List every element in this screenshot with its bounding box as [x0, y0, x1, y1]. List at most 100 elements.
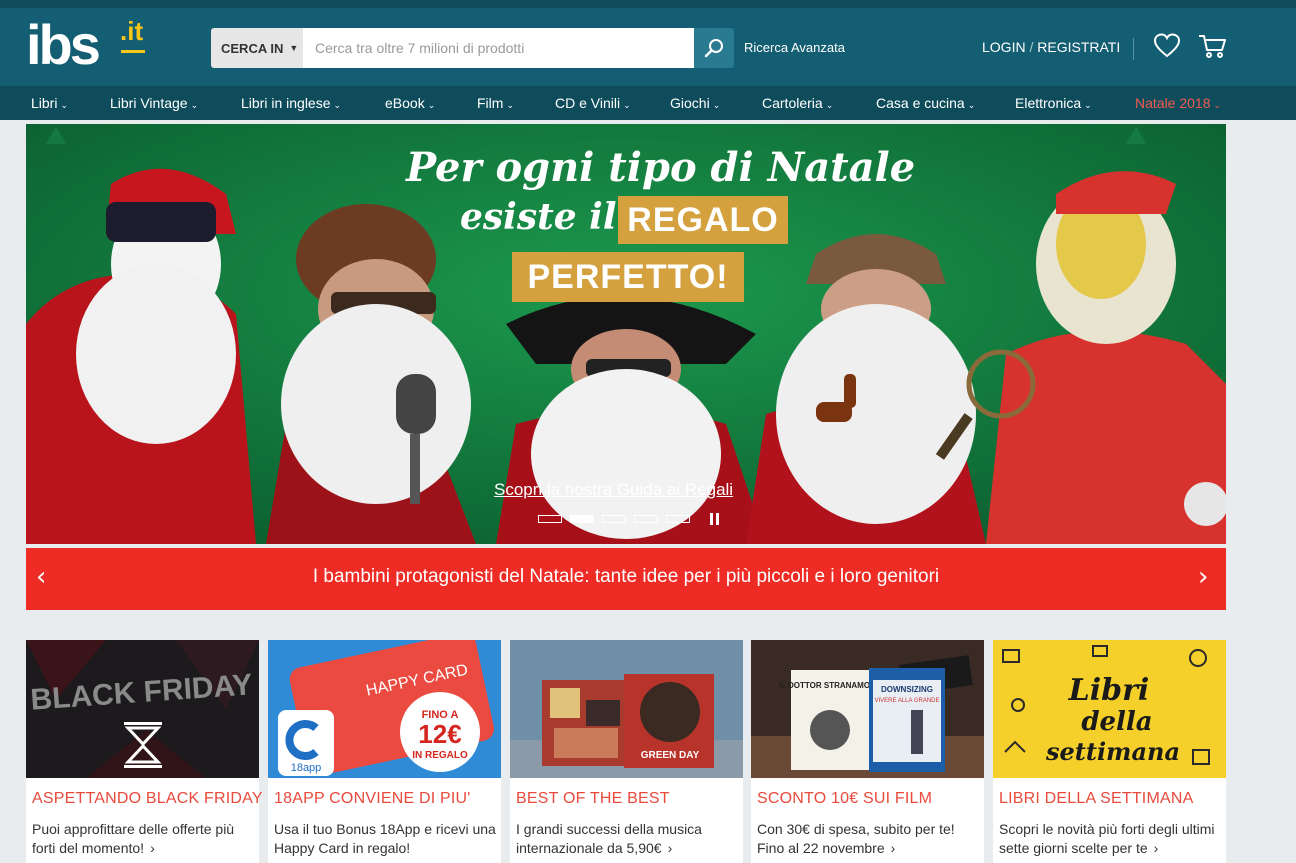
- carousel-dot[interactable]: [538, 515, 562, 523]
- chevron-down-icon: ⌄: [623, 100, 631, 110]
- nav-item-casa-cucina[interactable]: Casa e cucina ⌄: [876, 95, 975, 111]
- carousel-dots: [538, 513, 722, 525]
- caret-down-icon: ▼: [289, 43, 299, 53]
- nav-item-giochi[interactable]: Giochi ⌄: [670, 95, 720, 111]
- nav-label: Natale 2018: [1135, 95, 1211, 111]
- card-image: Libri della settimana: [993, 640, 1226, 778]
- search-input[interactable]: [303, 28, 694, 68]
- logo-text: ibs: [26, 13, 101, 76]
- hero-carousel[interactable]: Per ogni tipo di Natale esiste il REGALO…: [26, 124, 1226, 544]
- card-title[interactable]: ASPETTANDO BLACK FRIDAY: [32, 790, 263, 808]
- ibs-logo[interactable]: ibs .it: [26, 13, 166, 78]
- chevron-down-icon: ⌄: [506, 100, 514, 110]
- card-image: GREEN DAY: [510, 640, 743, 778]
- chevron-down-icon: ⌄: [712, 100, 721, 110]
- nav-label: Casa e cucina: [876, 95, 965, 111]
- hero-highlight-perfetto: PERFETTO!: [512, 252, 744, 302]
- svg-text:VIVERE ALLA GRANDE: VIVERE ALLA GRANDE: [874, 698, 939, 704]
- card-title[interactable]: BEST OF THE BEST: [516, 790, 670, 808]
- svg-text:DOWNSIZING: DOWNSIZING: [881, 685, 933, 694]
- card-image: BLACK FRIDAY: [26, 640, 259, 778]
- nav-item-libri-inglese[interactable]: Libri in inglese ⌄: [241, 95, 341, 111]
- carousel-dot[interactable]: [634, 515, 658, 523]
- login-register: LOGIN / REGISTRATI: [982, 39, 1120, 55]
- promo-banner[interactable]: ‹ I bambini protagonisti del Natale: tan…: [26, 548, 1226, 610]
- chevron-down-icon: ⌄: [825, 100, 834, 110]
- promo-card-black-friday[interactable]: BLACK FRIDAY ASPETTANDO BLACK FRIDAY Puo…: [26, 640, 263, 863]
- chevron-down-icon: ⌄: [60, 100, 69, 110]
- chevron-right-icon[interactable]: ›: [1198, 562, 1208, 592]
- cart-icon[interactable]: [1197, 32, 1227, 60]
- nav-label: Libri Vintage: [110, 95, 188, 111]
- search-icon: [704, 39, 723, 58]
- chevron-down-icon: ⌄: [427, 100, 436, 110]
- nav-item-libri-vintage[interactable]: Libri Vintage ⌄: [110, 95, 198, 111]
- nav-item-cartoleria[interactable]: Cartoleria ⌄: [762, 95, 833, 111]
- nav-label: eBook: [385, 95, 425, 111]
- logo-underline: [121, 50, 145, 53]
- promo-card-best-of[interactable]: GREEN DAY BEST OF THE BEST I grandi succ…: [510, 640, 743, 863]
- card-description: Scopri le novità più forti degli ultimi …: [999, 821, 1215, 856]
- nav-label: Cartoleria: [762, 95, 823, 111]
- nav-item-libri[interactable]: Libri ⌄: [31, 95, 68, 111]
- chevron-right-icon[interactable]: ›: [150, 840, 155, 856]
- chevron-down-icon: ⌄: [190, 100, 199, 110]
- register-link[interactable]: REGISTRATI: [1037, 39, 1120, 55]
- pause-icon[interactable]: [710, 513, 722, 525]
- search-button[interactable]: [694, 28, 734, 68]
- nav-item-elettronica[interactable]: Elettronica ⌄: [1015, 95, 1092, 111]
- svg-text:Libri: Libri: [1068, 673, 1150, 708]
- category-nav: Libri ⌄ Libri Vintage ⌄ Libri in inglese ⌄ …: [0, 86, 1296, 120]
- card-title[interactable]: 18APP CONVIENE DI PIU': [274, 790, 471, 808]
- chevron-down-icon: ⌄: [1213, 100, 1222, 110]
- card-description: Con 30€ di spesa, subito per te! Fino al…: [757, 821, 955, 856]
- carousel-dot[interactable]: [666, 515, 690, 523]
- chevron-right-icon[interactable]: ›: [668, 840, 673, 856]
- svg-text:18app: 18app: [291, 762, 322, 774]
- svg-text:settimana: settimana: [1045, 737, 1180, 766]
- site-header: ibs .it CERCA IN ▼ Ricerca Avanzata LOGI…: [0, 8, 1296, 86]
- nav-item-ebook[interactable]: eBook ⌄: [385, 95, 435, 111]
- card-image: IL DOTTOR STRANAMORE DOWNSIZING VIVERE A…: [751, 640, 984, 778]
- card-description: Puoi approfittare delle offerte più fort…: [32, 821, 235, 856]
- nav-label: Film: [477, 95, 504, 111]
- promo-banner-text: I bambini protagonisti del Natale: tante…: [312, 566, 940, 587]
- nav-label: Libri: [31, 95, 58, 111]
- nav-label: Giochi: [670, 95, 710, 111]
- card-image: HAPPY CARD FINO A 12€ IN REGALO 18app: [268, 640, 501, 778]
- nav-label: CD e Vinili: [555, 95, 621, 111]
- nav-item-natale-2018[interactable]: Natale 2018 ⌄: [1135, 95, 1221, 111]
- heart-icon[interactable]: [1153, 32, 1181, 60]
- hero-subheadline: esiste il: [460, 196, 617, 238]
- promo-card-18app[interactable]: HAPPY CARD FINO A 12€ IN REGALO 18app 18…: [268, 640, 501, 863]
- promo-card-film[interactable]: IL DOTTOR STRANAMORE DOWNSIZING VIVERE A…: [751, 640, 984, 863]
- search-scope-dropdown[interactable]: CERCA IN ▼: [211, 28, 303, 68]
- gift-guide-link[interactable]: Scopri la nostra Guida ai Regali: [494, 480, 733, 500]
- card-title[interactable]: LIBRI DELLA SETTIMANA: [999, 790, 1193, 808]
- svg-text:della: della: [1081, 707, 1152, 737]
- card-title[interactable]: SCONTO 10€ SUI FILM: [757, 790, 932, 808]
- chevron-down-icon: ⌄: [967, 100, 976, 110]
- carousel-dot[interactable]: [602, 515, 626, 523]
- chevron-right-icon[interactable]: ›: [891, 840, 896, 856]
- chevron-down-icon: ⌄: [333, 100, 342, 110]
- hero-highlight-regalo: REGALO: [618, 196, 788, 244]
- nav-item-film[interactable]: Film ⌄: [477, 95, 514, 111]
- promo-card-libri-settimana[interactable]: Libri della settimana LIBRI DELLA SETTIM…: [993, 640, 1226, 863]
- svg-text:12€: 12€: [418, 719, 461, 749]
- card-description: Usa il tuo Bonus 18App e ricevi una Happ…: [274, 821, 496, 856]
- svg-text:IN REGALO: IN REGALO: [412, 750, 468, 761]
- logo-tld: .it: [120, 16, 144, 46]
- hero-headline: Per ogni tipo di Natale: [406, 144, 916, 191]
- nav-label: Libri in inglese: [241, 95, 331, 111]
- advanced-search-link[interactable]: Ricerca Avanzata: [744, 40, 845, 55]
- login-link[interactable]: LOGIN: [982, 39, 1026, 55]
- search-scope-label: CERCA IN: [221, 40, 284, 56]
- nav-item-cd-vinili[interactable]: CD e Vinili ⌄: [555, 95, 631, 111]
- card-description: I grandi successi della musica internazi…: [516, 821, 702, 856]
- nav-label: Elettronica: [1015, 95, 1082, 111]
- chevron-right-icon[interactable]: ›: [1154, 840, 1159, 856]
- carousel-dot-active[interactable]: [570, 515, 594, 523]
- svg-text:IL DOTTOR STRANAMORE: IL DOTTOR STRANAMORE: [779, 681, 882, 690]
- svg-text:GREEN DAY: GREEN DAY: [641, 750, 700, 761]
